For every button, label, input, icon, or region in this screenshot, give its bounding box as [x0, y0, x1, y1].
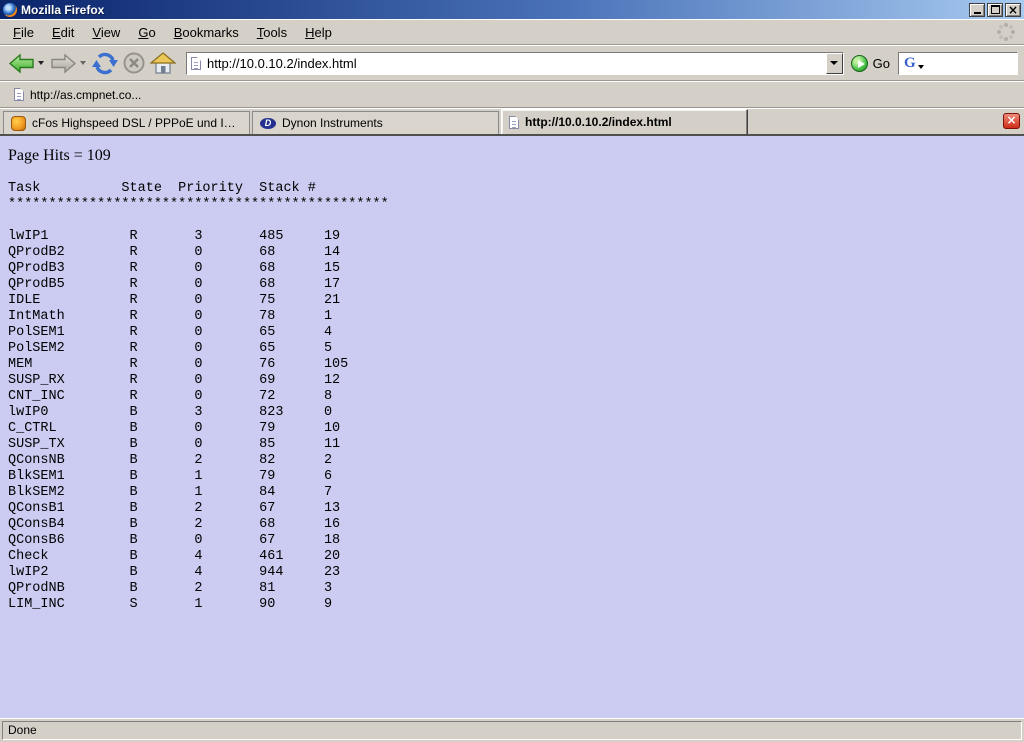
home-icon	[150, 52, 176, 75]
menu-view[interactable]: View	[83, 21, 129, 44]
menu-help[interactable]: Help	[296, 21, 341, 44]
tab-label: cFos Highspeed DSL / PPPoE und ISDN CAP.…	[32, 116, 242, 130]
stop-icon	[122, 51, 146, 75]
back-button[interactable]	[6, 48, 37, 78]
close-button[interactable]: ×	[1005, 3, 1021, 17]
bookmark-label: http://as.cmpnet.co...	[30, 88, 141, 102]
restore-button[interactable]	[987, 3, 1003, 17]
menu-file[interactable]: File	[4, 21, 43, 44]
chevron-down-icon	[830, 61, 838, 65]
page-icon	[509, 116, 519, 129]
menu-go[interactable]: Go	[129, 21, 164, 44]
forward-button[interactable]	[48, 48, 79, 78]
go-label: Go	[873, 56, 890, 71]
go-button[interactable]: Go	[851, 55, 890, 72]
menu-bar: FileEditViewGoBookmarksToolsHelp	[0, 19, 1024, 45]
bookmarks-toolbar: http://as.cmpnet.co...	[0, 81, 1024, 108]
forward-icon	[50, 52, 77, 75]
stop-button[interactable]	[120, 48, 148, 78]
search-engine-caret[interactable]	[918, 65, 924, 69]
reload-button[interactable]	[90, 48, 120, 78]
menu-edit[interactable]: Edit	[43, 21, 83, 44]
page-icon	[14, 88, 24, 101]
page-hits-counter: Page Hits = 109	[0, 136, 1024, 165]
page-content: Page Hits = 109 Task State Priority Stac…	[0, 136, 1024, 718]
menu-tools[interactable]: Tools	[248, 21, 296, 44]
url-input[interactable]	[201, 56, 826, 71]
go-icon	[851, 55, 868, 72]
task-table: Task State Priority Stack # ************…	[8, 181, 1024, 613]
tab-strip: cFos Highspeed DSL / PPPoE und ISDN CAP.…	[0, 108, 1024, 136]
home-button[interactable]	[148, 48, 178, 78]
throbber-icon	[996, 22, 1016, 42]
google-icon: G	[904, 56, 916, 71]
close-icon: ×	[1008, 5, 1018, 15]
close-tab-button[interactable]: ×	[1003, 113, 1020, 129]
menu-bookmarks[interactable]: Bookmarks	[165, 21, 248, 44]
title-bar: Mozilla Firefox ×	[0, 0, 1024, 19]
tab-label: Dynon Instruments	[282, 116, 383, 130]
url-dropdown-button[interactable]	[826, 53, 843, 74]
tab[interactable]: D Dynon Instruments	[252, 111, 499, 134]
back-dropdown-caret[interactable]	[38, 61, 44, 65]
forward-dropdown-caret[interactable]	[80, 61, 86, 65]
reload-icon	[92, 51, 118, 76]
bookmark-item[interactable]: http://as.cmpnet.co...	[8, 86, 147, 104]
status-bar: Done	[0, 718, 1024, 742]
minimize-button[interactable]	[969, 3, 985, 17]
minimize-icon	[974, 12, 981, 14]
cfos-icon	[11, 116, 26, 131]
restore-icon	[991, 5, 1000, 14]
window-title: Mozilla Firefox	[21, 3, 969, 17]
tab[interactable]: cFos Highspeed DSL / PPPoE und ISDN CAP.…	[3, 111, 250, 134]
dynon-icon: D	[260, 118, 276, 129]
page-icon	[191, 57, 201, 70]
status-text: Done	[2, 721, 1022, 740]
search-input[interactable]: G	[898, 52, 1018, 75]
firefox-icon	[3, 3, 17, 17]
tab-active[interactable]: http://10.0.10.2/index.html	[501, 109, 748, 134]
back-icon	[8, 52, 35, 75]
navigation-toolbar: Go G	[0, 45, 1024, 81]
tab-label: http://10.0.10.2/index.html	[525, 115, 672, 129]
url-bar[interactable]	[186, 52, 844, 75]
